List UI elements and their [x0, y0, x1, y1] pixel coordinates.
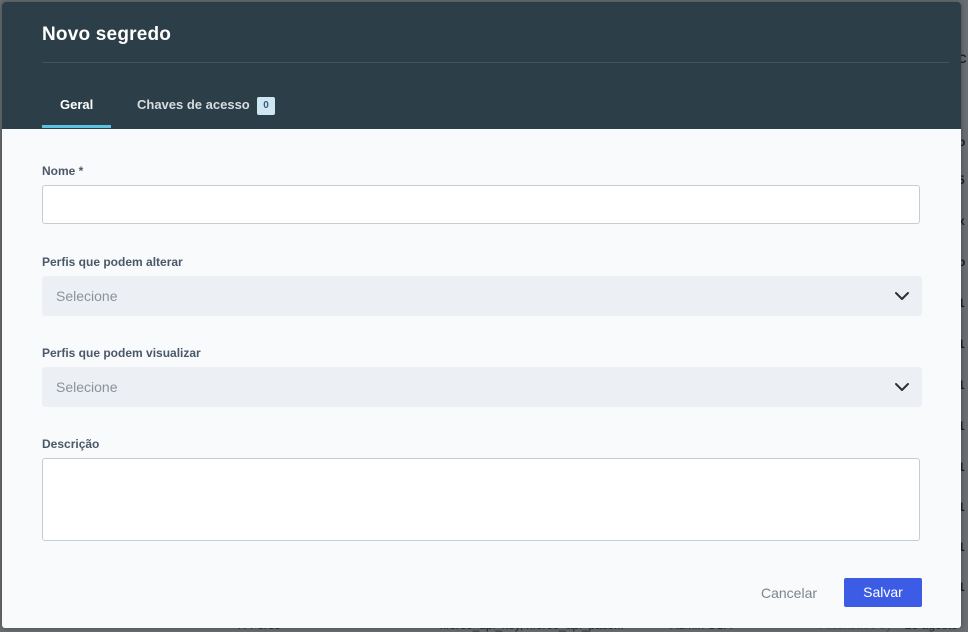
view-profiles-select[interactable]: Selecione	[42, 367, 922, 407]
view-profiles-placeholder: Selecione	[56, 379, 118, 395]
view-profiles-label: Perfis que podem visualizar	[42, 346, 201, 360]
save-button[interactable]: Salvar	[844, 578, 922, 607]
description-label: Descrição	[42, 437, 100, 451]
access-keys-count-badge: 0	[257, 97, 275, 115]
chevron-down-icon	[895, 383, 909, 391]
edit-profiles-label: Perfis que podem alterar	[42, 255, 183, 269]
description-textarea[interactable]	[42, 458, 920, 541]
name-input[interactable]	[42, 185, 920, 224]
cancel-button[interactable]: Cancelar	[744, 578, 834, 608]
header-divider	[42, 62, 949, 63]
modal-title: Novo segredo	[42, 24, 172, 45]
chevron-down-icon	[895, 292, 909, 300]
new-secret-modal: Novo segredo Geral Chaves de acesso 0 No…	[2, 2, 961, 628]
name-label: Nome *	[42, 164, 84, 178]
edit-profiles-select[interactable]: Selecione	[42, 276, 922, 316]
edit-profiles-placeholder: Selecione	[56, 288, 118, 304]
tab-geral[interactable]: Geral	[60, 97, 93, 112]
modal-header: Novo segredo Geral Chaves de acesso 0	[2, 2, 961, 129]
active-tab-indicator	[42, 125, 111, 128]
tab-chaves-de-acesso[interactable]: Chaves de acesso	[137, 97, 250, 112]
